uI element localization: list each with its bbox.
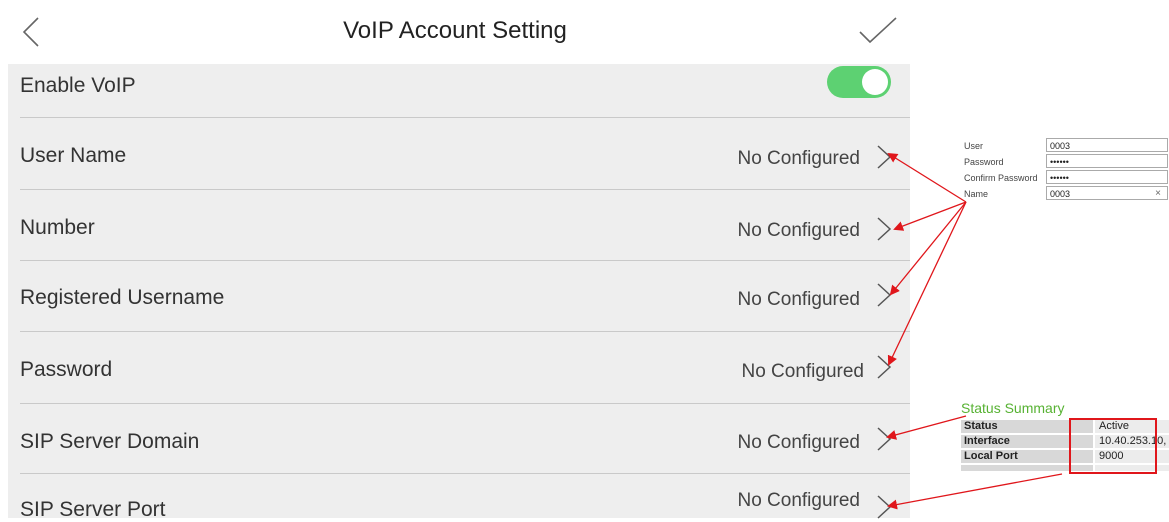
setting-value: No Configured (737, 490, 860, 511)
setting-label: Registered Username (20, 286, 225, 309)
setting-row-sip-server-domain[interactable]: SIP Server Domain No Configured (8, 404, 910, 474)
setting-row-sip-server-port[interactable]: SIP Server Port No Configured (8, 474, 910, 521)
setting-value: No Configured (737, 148, 860, 169)
form-row-password: Password •••••• (964, 154, 1169, 170)
setting-row-user-name[interactable]: User Name No Configured (8, 118, 910, 190)
chevron-right-icon (877, 355, 892, 379)
chevron-right-icon (877, 283, 892, 307)
status-summary-title: Status Summary (961, 400, 1065, 416)
password-input[interactable]: •••••• (1046, 154, 1168, 168)
form-row-confirm-password: Confirm Password •••••• (964, 170, 1169, 186)
setting-value: No Configured (737, 220, 860, 241)
enable-voip-label: Enable VoIP (20, 74, 136, 97)
name-input-value: 0003 (1050, 189, 1071, 199)
enable-voip-row: Enable VoIP (8, 64, 910, 118)
toggle-knob (862, 69, 888, 95)
form-label: Confirm Password (964, 173, 1038, 183)
setting-row-password[interactable]: Password No Configured (8, 332, 910, 404)
highlight-box (1069, 418, 1157, 474)
arrow-to-sip-server-port (887, 473, 1063, 510)
setting-label: Number (20, 216, 95, 239)
setting-label: SIP Server Domain (20, 430, 200, 453)
chevron-right-icon (877, 217, 892, 241)
form-label: User (964, 141, 984, 151)
setting-value: No Configured (737, 289, 860, 310)
check-icon (859, 17, 897, 44)
chevron-right-icon (877, 495, 892, 519)
setting-value: No Configured (737, 432, 860, 453)
web-account-form: User 0003 Password •••••• Confirm Passwo… (964, 138, 1169, 202)
setting-value: No Configured (741, 361, 864, 382)
form-label: Name (964, 189, 989, 199)
user-input[interactable]: 0003 (1046, 138, 1168, 152)
enable-voip-toggle[interactable] (827, 66, 891, 98)
settings-panel: Enable VoIP User Name No Configured Numb… (8, 64, 910, 521)
confirm-password-input[interactable]: •••••• (1046, 170, 1168, 184)
clear-icon[interactable]: × (1155, 187, 1161, 201)
form-row-user: User 0003 (964, 138, 1169, 154)
confirm-button[interactable] (858, 14, 898, 48)
setting-row-number[interactable]: Number No Configured (8, 190, 910, 261)
setting-label: SIP Server Port (20, 498, 166, 521)
setting-label: User Name (20, 144, 127, 167)
form-row-name: Name 0003 × (964, 186, 1169, 202)
top-bar: VoIP Account Setting (0, 0, 910, 64)
page-title: VoIP Account Setting (343, 17, 567, 44)
name-input[interactable]: 0003 × (1046, 186, 1168, 200)
setting-label: Password (20, 358, 113, 381)
chevron-right-icon (877, 427, 892, 451)
setting-row-registered-username[interactable]: Registered Username No Configured (8, 261, 910, 332)
chevron-right-icon (877, 145, 892, 169)
form-label: Password (964, 157, 1004, 167)
